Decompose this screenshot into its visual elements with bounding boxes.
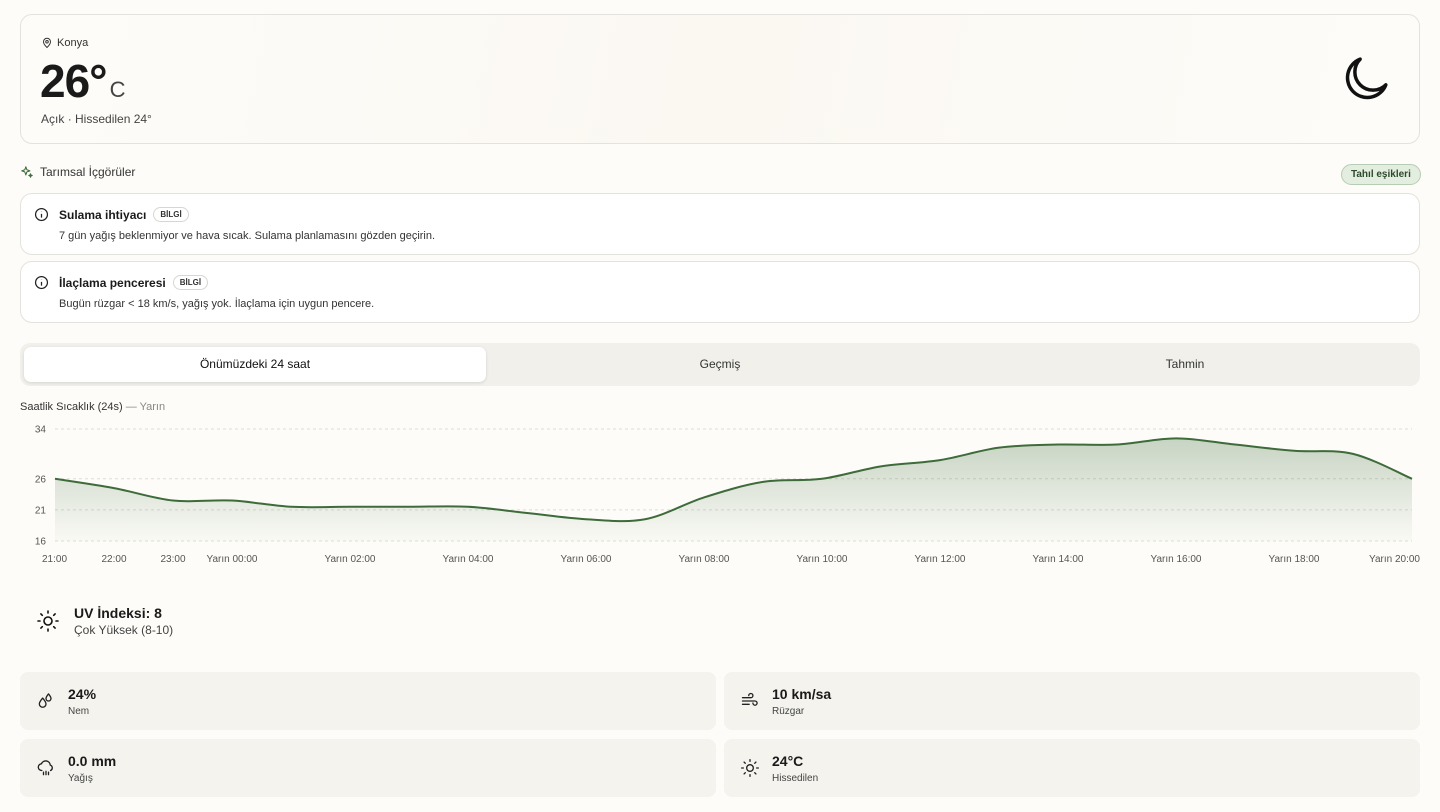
insight-title-row: İlaçlama penceresi BİLGİ [59, 275, 209, 290]
uv-index: UV İndeksi: 8 Çok Yüksek (8-10) [36, 605, 173, 637]
info-icon [34, 275, 49, 290]
condition-line: Açık · Hissedilen 24° [41, 112, 152, 126]
temperature-value: 26° [40, 55, 108, 107]
sun-icon [37, 610, 59, 632]
y-tick-label: 21 [35, 505, 47, 516]
chart-subtitle: — Yarın [125, 401, 166, 413]
info-badge: BİLGİ [172, 275, 209, 290]
wind-icon [741, 692, 758, 706]
y-tick-label: 26 [35, 474, 47, 485]
uv-index-title: UV İndeksi: 8 [74, 605, 162, 621]
insight-title: İlaçlama penceresi [59, 275, 166, 290]
location: Konya [41, 37, 88, 49]
x-tick-label: Yarın 18:00 [1269, 554, 1320, 565]
insights-title: Tarımsal İçgörüler [40, 165, 136, 179]
temperature-unit: C [109, 77, 126, 102]
x-tick-label: Yarın 10:00 [797, 554, 848, 565]
chart-title: Saatlik Sıcaklık (24s) — Yarın [20, 401, 165, 413]
hourly-temperature-chart: 16 21 26 34 21:00 22:00 23:00 Yarın 00:00 Yarın… [35, 425, 1421, 566]
current-temperature: 26° C [40, 55, 125, 107]
map-pin-icon [42, 37, 52, 49]
x-tick-label: Yarın 20:00 [1369, 554, 1420, 565]
insights-header: Tarımsal İçgörüler [20, 165, 135, 179]
x-tick-label: Yarın 16:00 [1151, 554, 1202, 565]
x-tick-label: Yarın 00:00 [207, 554, 258, 565]
y-tick-label: 16 [35, 537, 47, 548]
humidity-value: 24% [68, 686, 97, 702]
feels-like-card: 24°C Hissedilen [724, 739, 1420, 797]
x-axis: 21:00 22:00 23:00 Yarın 00:00 Yarın 02:00 Yar… [42, 554, 1420, 565]
droplets-icon [38, 693, 52, 708]
location-name: Konya [57, 37, 89, 49]
feels-like-label: Hissedilen [772, 773, 819, 784]
wind-value: 10 km/sa [772, 686, 832, 702]
x-tick-label: 21:00 [42, 554, 67, 565]
chart-title-text: Saatlik Sıcaklık (24s) [20, 401, 123, 413]
x-tick-label: 23:00 [160, 554, 185, 565]
y-axis: 16 21 26 34 [35, 425, 47, 548]
uv-index-level: Çok Yüksek (8-10) [74, 623, 174, 637]
humidity-card: 24% Nem [20, 672, 716, 730]
sparkles-icon [21, 166, 33, 178]
feels-like-text: · Hissedilen 24° [67, 112, 152, 126]
insight-description: 7 gün yağış beklenmiyor ve hava sıcak. S… [59, 230, 436, 242]
grain-thresholds-button[interactable]: Tahıl eşikleri [1341, 164, 1421, 185]
wind-card: 10 km/sa Rüzgar [724, 672, 1420, 730]
humidity-label: Nem [68, 706, 90, 717]
precipitation-label: Yağış [68, 773, 93, 784]
moon-icon [1345, 57, 1388, 100]
tab-next-24-hours[interactable]: Önümüzdeki 24 saat [24, 347, 486, 382]
x-tick-label: Yarın 12:00 [915, 554, 966, 565]
wind-label: Rüzgar [772, 706, 805, 717]
x-tick-label: Yarın 06:00 [561, 554, 612, 565]
insight-card-spraying: İlaçlama penceresi BİLGİ Bugün rüzgar < … [20, 261, 1420, 323]
insight-title-row: Sulama ihtiyacı BİLGİ [59, 207, 189, 222]
x-tick-label: Yarın 04:00 [443, 554, 494, 565]
condition-text: Açık [41, 112, 65, 126]
insight-card-irrigation: Sulama ihtiyacı BİLGİ 7 gün yağış beklen… [20, 193, 1420, 255]
x-tick-label: Yarın 02:00 [325, 554, 376, 565]
precipitation-card: 0.0 mm Yağış [20, 739, 716, 797]
tab-forecast[interactable]: Tahmin [954, 347, 1416, 382]
precipitation-value: 0.0 mm [68, 753, 117, 769]
info-icon [34, 207, 49, 222]
insight-description: Bugün rüzgar < 18 km/s, yağış yok. İlaçl… [59, 298, 375, 310]
tab-history[interactable]: Geçmiş [489, 347, 951, 382]
info-badge: BİLGİ [153, 207, 189, 222]
y-tick-label: 34 [35, 425, 47, 436]
feels-like-value: 24°C [772, 753, 804, 769]
cloud-rain-icon [37, 760, 53, 776]
sun-icon [741, 759, 759, 777]
forecast-tabs: Önümüzdeki 24 saat Geçmiş Tahmin [20, 343, 1420, 386]
x-tick-label: Yarın 14:00 [1033, 554, 1084, 565]
x-tick-label: 22:00 [101, 554, 126, 565]
current-weather-card: Konya 26° C Açık · Hissedilen 24° [20, 14, 1420, 144]
insight-title: Sulama ihtiyacı [59, 207, 147, 222]
x-tick-label: Yarın 08:00 [679, 554, 730, 565]
